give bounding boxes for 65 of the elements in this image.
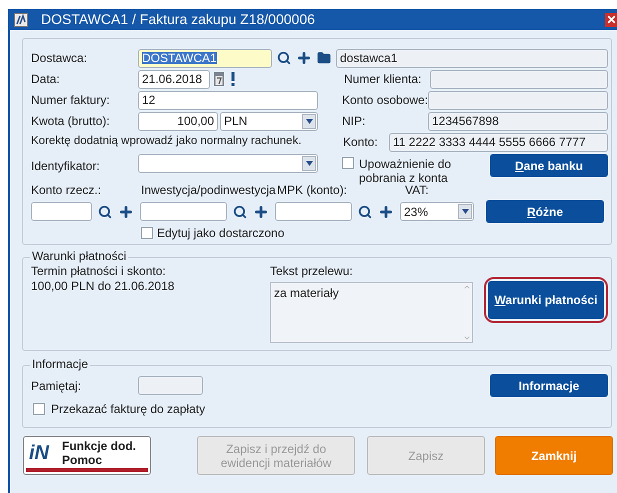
- group-legend: Warunki płatności: [30, 249, 128, 263]
- field-label: Konto:: [343, 134, 379, 151]
- field-label: NIP:: [342, 113, 366, 130]
- help-functions-button[interactable]: iN Funkcje dod. Pomoc: [23, 436, 151, 475]
- folder-icon[interactable]: [317, 51, 331, 65]
- input-field[interactable]: [31, 202, 92, 221]
- payment-terms-button[interactable]: Warunki płatności: [488, 281, 604, 319]
- terms-label: Termin płatności i skonto:: [31, 264, 167, 279]
- input-field[interactable]: DOSTAWCA1: [138, 48, 272, 68]
- input-field[interactable]: dostawca1: [336, 48, 608, 68]
- input-field[interactable]: [140, 202, 227, 221]
- input-field[interactable]: [275, 202, 352, 221]
- field-label: Identyfikator:: [31, 158, 101, 175]
- field-label: Data:: [31, 71, 61, 88]
- scroll-up-icon[interactable]: [463, 283, 471, 291]
- scroll-down-icon[interactable]: [463, 334, 471, 342]
- group-legend: Informacje: [30, 357, 90, 371]
- warning-icon[interactable]: [231, 72, 235, 86]
- input-field[interactable]: 11 2222 3333 4444 5555 6666 7777: [389, 132, 608, 152]
- search-icon[interactable]: [98, 204, 112, 218]
- close-icon[interactable]: [605, 12, 617, 26]
- input-field[interactable]: [428, 90, 608, 110]
- field-label: Kwota (brutto):: [31, 113, 111, 130]
- search-icon[interactable]: [233, 204, 247, 218]
- dropdown-field[interactable]: [138, 154, 318, 173]
- add-icon[interactable]: [253, 204, 269, 220]
- input-field[interactable]: 12: [138, 90, 318, 110]
- input-field[interactable]: 1234567898: [428, 112, 608, 130]
- field-label: Numer faktury:: [31, 92, 111, 109]
- window-title: DOSTAWCA1 / Faktura zakupu Z18/000006: [41, 10, 316, 29]
- calendar-icon[interactable]: [214, 72, 224, 86]
- misc-button[interactable]: Różne: [486, 200, 604, 223]
- field-label: Konto osobowe:: [342, 92, 428, 109]
- info-button[interactable]: Informacje: [490, 374, 608, 397]
- checkbox[interactable]: [342, 157, 354, 169]
- input-field[interactable]: 100,00: [138, 112, 218, 130]
- checkbox[interactable]: [33, 403, 45, 415]
- input-field[interactable]: [430, 70, 608, 88]
- dropdown-field[interactable]: PLN: [220, 112, 318, 130]
- checkbox-label: Przekazać fakturę do zapłaty: [51, 401, 206, 418]
- field-label: MPK (konto):: [277, 182, 348, 199]
- checkbox[interactable]: [141, 226, 153, 238]
- checkbox-label: Edytuj jako dostarczono: [157, 224, 284, 242]
- checkbox-label: Upoważnienie do pobrania z konta: [359, 157, 452, 185]
- add-icon[interactable]: [378, 204, 394, 220]
- input-field[interactable]: [138, 376, 203, 395]
- transfer-text-label: Tekst przelewu:: [270, 264, 354, 279]
- bank-details-button[interactable]: Dane banku: [490, 154, 608, 177]
- input-field[interactable]: 21.06.2018: [138, 70, 210, 88]
- field-label: VAT:: [405, 183, 429, 199]
- add-icon[interactable]: [296, 50, 312, 66]
- field-label: Numer klienta:: [344, 71, 422, 88]
- field-label: Pamiętaj:: [31, 378, 82, 394]
- terms-value: 100,00 PLN do 21.06.2018: [31, 279, 176, 294]
- app-logo-icon: [14, 12, 28, 26]
- hint-text: Korektę dodatnią wprowadź jako normalny rachunek.: [31, 134, 302, 150]
- search-icon[interactable]: [277, 51, 291, 65]
- transfer-text-area[interactable]: za materiały: [270, 282, 473, 343]
- add-icon[interactable]: [118, 204, 134, 220]
- field-label: Konto rzecz.:: [31, 182, 102, 199]
- field-label: Inwestycja/podinwestycja: [141, 182, 277, 199]
- dropdown-field[interactable]: 23%: [400, 202, 474, 221]
- scrollbar[interactable]: [462, 283, 472, 342]
- field-label: Dostawca:: [31, 50, 88, 67]
- search-icon[interactable]: [358, 204, 372, 218]
